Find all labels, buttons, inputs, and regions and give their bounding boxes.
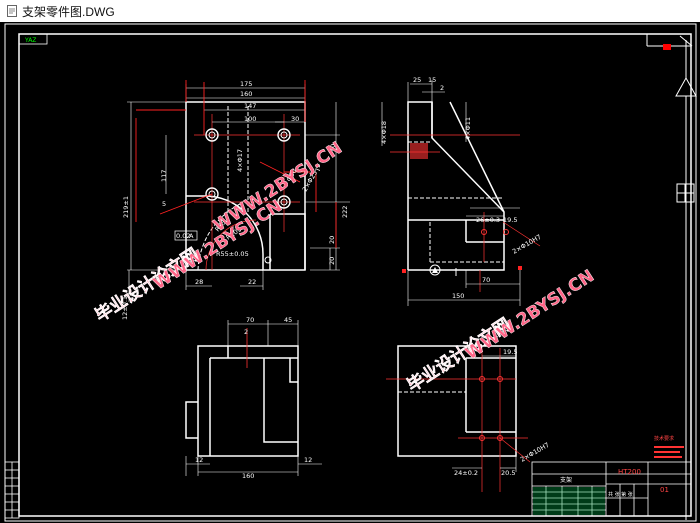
dim-4x11: 4×Φ11	[464, 117, 472, 140]
dim-24: 24±0.2	[454, 469, 478, 477]
bottom-view-dim-lines	[185, 320, 322, 476]
tech-notes: 技术要求	[654, 435, 674, 442]
dim-222: 222	[341, 206, 349, 218]
dim-160: 160	[240, 90, 252, 98]
dim-117: 117	[160, 170, 168, 182]
dim-20: 20	[328, 236, 336, 244]
dim-45: 45	[284, 316, 292, 324]
dim-26: 26±0.3	[476, 216, 500, 224]
title-material: HT200	[618, 468, 641, 476]
window-titlebar: 支架零件图.DWG	[0, 0, 700, 22]
title-part-name: 支架	[560, 476, 572, 484]
title-drawing-no: 01	[660, 486, 669, 494]
dim-25: 25	[413, 76, 421, 84]
dim-150: 150	[452, 292, 464, 300]
dim-20-5: 20.5	[501, 469, 515, 477]
right-bottom-view[interactable]: 19.5 2×Φ10H7 24±0.2 20.5	[386, 345, 551, 492]
watermark-url-2: WWW.2BYSJ.CN	[210, 138, 346, 236]
dim-12-right: 12	[304, 456, 312, 464]
bottom-view-outline	[185, 345, 299, 457]
title-sheet-label: 共 张 第 张	[608, 491, 633, 498]
drawing-viewport[interactable]: YAZ 175 160 147 100 30 219±1 117 30 75 2…	[0, 22, 700, 523]
title-block-fill	[533, 487, 605, 515]
red-marker	[663, 44, 671, 50]
dim-2: 2	[440, 84, 444, 92]
dim-175: 175	[240, 80, 252, 88]
dim-19-5: 19.5	[503, 216, 517, 224]
dim-160b: 160	[242, 472, 254, 480]
side-view-outline	[407, 101, 505, 271]
dim-30: 30	[291, 115, 299, 123]
dim-100: 100	[244, 115, 256, 123]
dim-4x17: 4×Φ17	[236, 149, 244, 172]
watermark-url-1: WWW.2BYSJ.CN	[150, 196, 286, 294]
dim-28: 28	[195, 278, 203, 286]
frame-corner-label: YAZ	[24, 37, 36, 44]
dim-20b: 20	[328, 257, 336, 265]
dim-147: 147	[244, 102, 256, 110]
section-hatch	[410, 143, 428, 159]
window-title: 支架零件图.DWG	[22, 4, 115, 19]
dim-4x18: 4×Φ18	[380, 121, 388, 144]
document-icon	[7, 5, 17, 17]
dim-2b: 2	[244, 328, 248, 336]
dim-219: 219±1	[122, 196, 130, 218]
title-block[interactable]: HT200 01 支架 共 张 第 张 技术要求	[531, 435, 692, 517]
right-bottom-dim-lines	[452, 355, 517, 472]
cad-drawing[interactable]: YAZ 175 160 147 100 30 219±1 117 30 75 2…	[0, 22, 700, 523]
scale-ruler	[4, 461, 20, 519]
tolerance-datum: A	[189, 232, 194, 240]
dim-70b: 70	[246, 316, 254, 324]
dim-5: 5	[162, 200, 166, 208]
right-bottom-dim-labels: 19.5 2×Φ10H7 24±0.2 20.5	[454, 348, 551, 477]
dim-15: 15	[428, 76, 436, 84]
bottom-view[interactable]: 70 45 2 12 160 12	[185, 316, 322, 480]
dim-hole-b: 2×Φ10H7	[519, 441, 551, 464]
dim-19-5b: 19.5	[503, 348, 517, 356]
dim-12-left: 12	[195, 456, 203, 464]
tech-notes-lines	[654, 446, 684, 458]
side-view[interactable]: 25 15 2 4×Φ18 4×Φ11 26±0.3 19.5 2×Φ10H7 …	[380, 76, 543, 306]
drawing-frame	[4, 23, 697, 522]
dim-22: 22	[248, 278, 256, 286]
side-view-hidden	[408, 141, 504, 263]
dim-70: 70	[482, 276, 490, 284]
